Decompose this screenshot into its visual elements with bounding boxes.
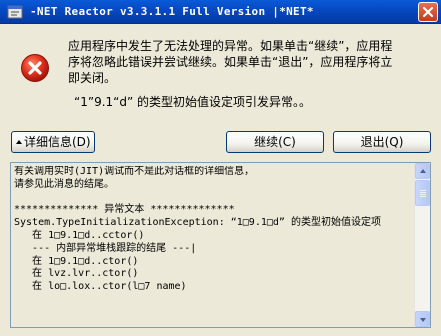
close-button[interactable] <box>418 2 438 22</box>
details-line: 在 1□9.1□d..cctor() <box>14 229 145 241</box>
exit-button-label: 退出(Q) <box>360 135 404 149</box>
error-icon <box>21 54 49 82</box>
error-message-line-3: 即关闭。 <box>68 71 117 85</box>
scroll-down-button[interactable] <box>415 311 430 327</box>
details-line: ​ <box>14 192 412 205</box>
title-bar[interactable]: -NET Reactor v3.3.1.1 Full Version |*NET… <box>0 0 441 24</box>
details-button[interactable]: 详细信息(D) <box>11 131 95 153</box>
details-line: 有关调用实时(JIT)调试而不是此对话框的详细信息， <box>14 166 255 177</box>
details-line: 请参见此消息的结尾。 <box>14 178 114 190</box>
details-line: ************** 异常文本 ************** <box>14 204 235 216</box>
vertical-scrollbar[interactable] <box>414 163 430 327</box>
details-line: 在 1□9.1□d..ctor() <box>14 255 139 267</box>
details-line: 在 lo□.lox..ctor(l□7 name) <box>14 281 187 293</box>
scroll-up-arrow-icon <box>420 169 426 173</box>
details-line: --- 内部异常堆栈跟踪的结尾 ---| <box>14 242 197 254</box>
scrollbar-thumb[interactable] <box>415 180 430 206</box>
exit-button[interactable]: 退出(Q) <box>333 131 431 153</box>
grip-icon <box>420 190 426 197</box>
arrow-up-icon <box>16 139 22 144</box>
details-textbox[interactable]: 有关调用实时(JIT)调试而不是此对话框的详细信息，请参见此消息的结尾。 ​***… <box>10 162 431 328</box>
error-dialog: -NET Reactor v3.3.1.1 Full Version |*NET… <box>0 0 441 336</box>
scroll-down-arrow-icon <box>420 318 426 322</box>
exception-summary: “1”9.1“d” 的类型初始值设定项引发异常。。 <box>74 95 312 109</box>
details-text[interactable]: 有关调用实时(JIT)调试而不是此对话框的详细信息，请参见此消息的结尾。 ​***… <box>14 166 412 324</box>
dialog-body: 应用程序中发生了无法处理的异常。如果单击“继续”，应用程 序将忽略此错误并尝试继… <box>0 24 441 336</box>
window-title: -NET Reactor v3.3.1.1 Full Version |*NET… <box>30 5 314 18</box>
close-icon <box>422 6 434 18</box>
continue-button-label: 继续(C) <box>254 135 296 149</box>
app-icon <box>7 5 23 19</box>
error-message-line-2: 序将忽略此错误并尝试继续。如果单击“退出”，应用程序将立 <box>68 55 393 69</box>
error-message-line-1: 应用程序中发生了无法处理的异常。如果单击“继续”，应用程 <box>68 39 393 53</box>
details-line: 在 lvz.lvr..ctor() <box>14 268 139 280</box>
details-line: System.TypeInitializationException: “1□9… <box>14 217 381 229</box>
details-button-label: 详细信息(D) <box>24 135 91 149</box>
error-message: 应用程序中发生了无法处理的异常。如果单击“继续”，应用程 序将忽略此错误并尝试继… <box>68 38 428 86</box>
scroll-up-button[interactable] <box>415 163 430 179</box>
continue-button[interactable]: 继续(C) <box>226 131 324 153</box>
